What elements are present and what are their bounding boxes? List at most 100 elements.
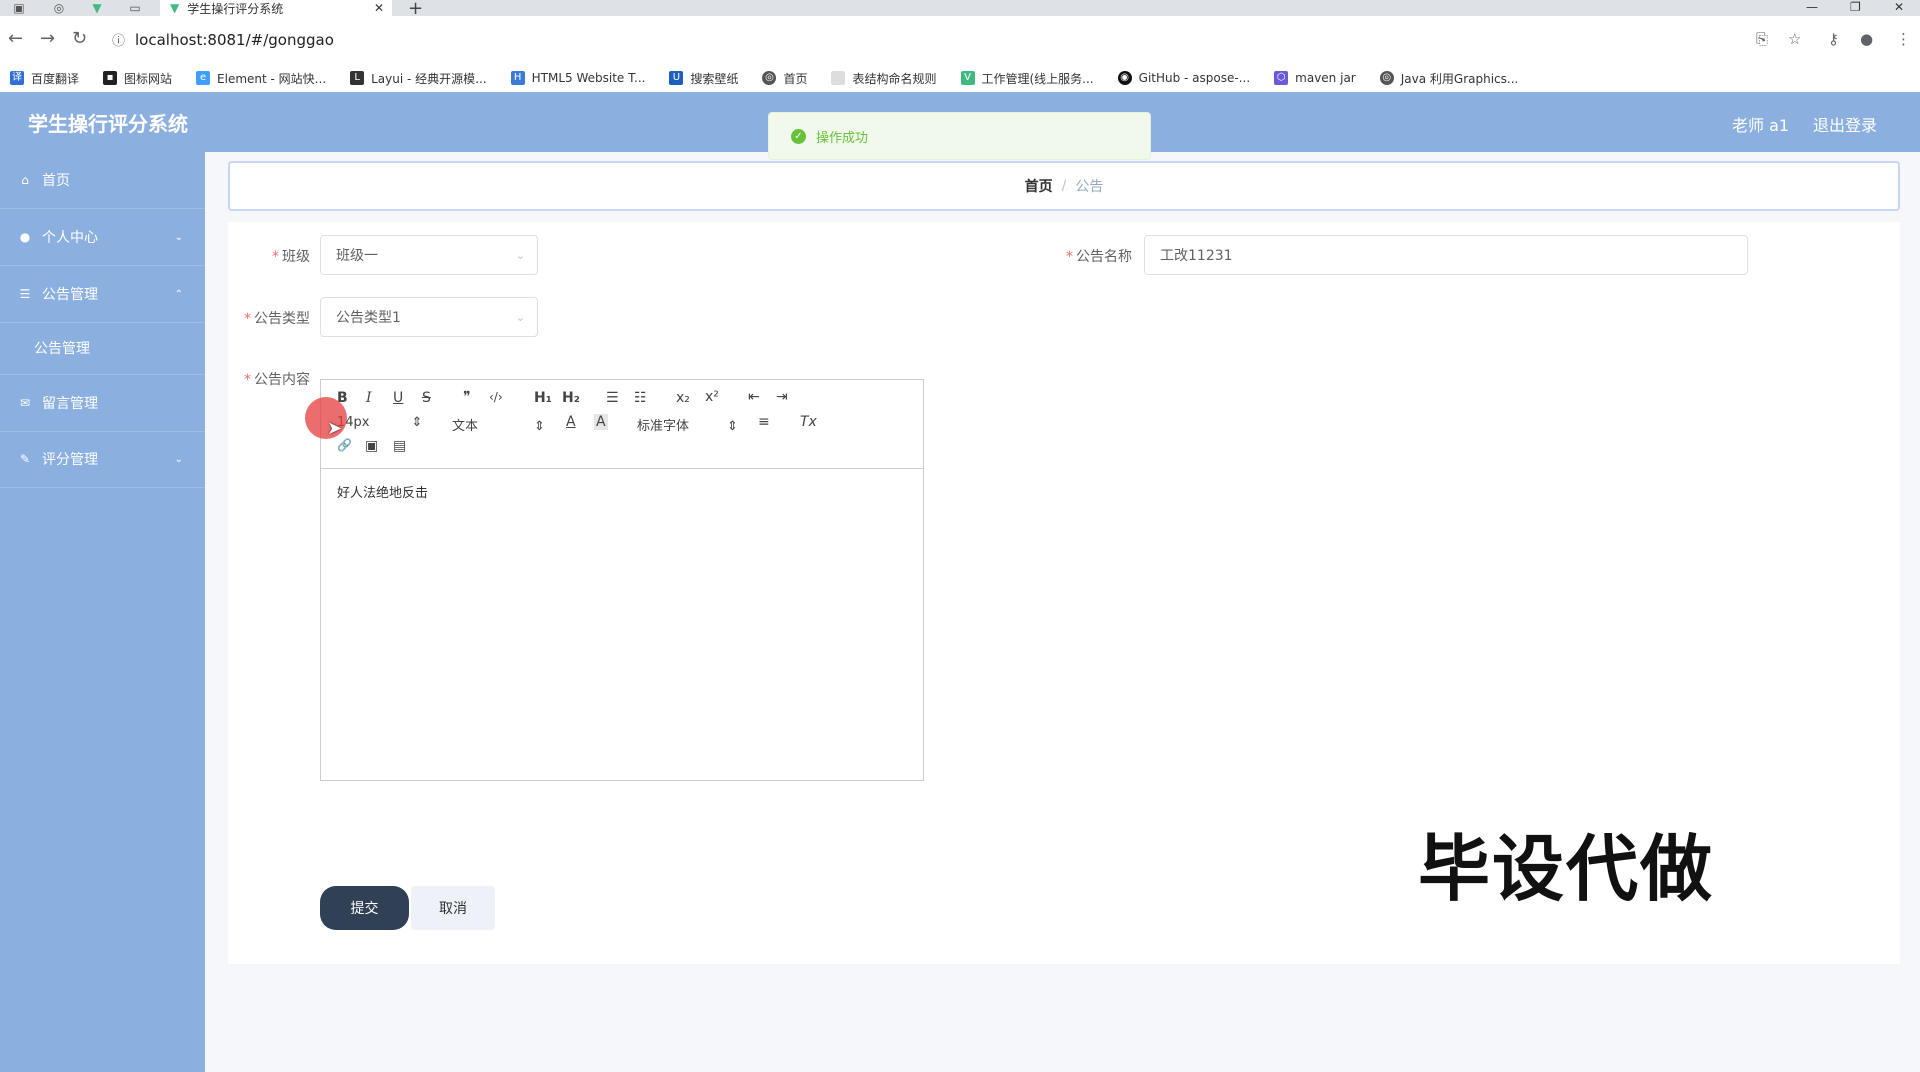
heading1-icon[interactable]: H₁: [534, 390, 552, 406]
underline-icon[interactable]: U: [393, 390, 403, 406]
pinned-tab-4[interactable]: ▭: [120, 0, 150, 16]
chevron-down-icon: ⌄: [174, 231, 183, 243]
forward-icon[interactable]: →: [40, 28, 55, 49]
message-icon: ✉: [19, 396, 31, 410]
rich-text-editor[interactable]: B I U S ❞ ‹/› H₁ H₂ ☰ ☷ x₂ x² ⇤ ⇥ 14px ⇕ …: [320, 379, 924, 781]
sidebar: ⌂ 首页 ● 个人中心 ⌄ ☰ 公告管理 ⌃ 公告管理 ✉ 留言管理 ✎ 评分管…: [0, 152, 205, 1072]
translate-bookmark-icon: 译: [10, 71, 24, 85]
notice-content-label: * 公告内容: [244, 372, 310, 388]
breadcrumb-separator: /: [1061, 178, 1067, 194]
profile-icon[interactable]: ●: [1860, 30, 1873, 48]
maven-bookmark-icon: ⬡: [1274, 71, 1289, 85]
active-tab-title: 学生操行评分系统: [187, 1, 284, 16]
sidebar-item-label: 公告管理: [34, 341, 90, 357]
sidebar-item-message[interactable]: ✉ 留言管理: [0, 374, 205, 432]
heading-select[interactable]: 文本 ⇕: [452, 415, 545, 434]
back-icon[interactable]: ←: [8, 28, 23, 49]
heading2-icon[interactable]: H₂: [562, 390, 580, 406]
quote-icon[interactable]: ❞: [463, 389, 471, 405]
globe-icon: ◎: [1379, 71, 1394, 85]
bookmark-item[interactable]: 译百度翻译: [10, 70, 79, 87]
bookmark-item[interactable]: V 工作管理(线上服务...: [960, 70, 1094, 87]
vue-bookmark-icon: V: [960, 71, 975, 85]
pinned-tab-2[interactable]: ◎: [44, 0, 74, 16]
breadcrumb-current: 公告: [1075, 179, 1104, 195]
pinned-tab-1[interactable]: ▣: [4, 0, 34, 16]
translate-icon[interactable]: ⎘: [1756, 30, 1768, 48]
close-tab-icon[interactable]: ✕: [374, 1, 384, 15]
sidebar-item-profile[interactable]: ● 个人中心 ⌄: [0, 209, 205, 266]
strike-icon[interactable]: S: [422, 390, 431, 406]
cancel-button[interactable]: 取消: [411, 886, 495, 930]
image-icon[interactable]: ▣: [365, 438, 378, 454]
toast-message: 操作成功: [816, 130, 869, 146]
sidebar-item-label: 留言管理: [42, 396, 98, 412]
code-icon[interactable]: ‹/›: [489, 390, 503, 404]
chevron-down-icon: ⌄: [174, 453, 183, 465]
bookmark-item[interactable]: ◎ Java 利用Graphics...: [1379, 70, 1518, 87]
breadcrumb-home[interactable]: 首页: [1025, 176, 1053, 196]
chevron-down-icon: ⌄: [515, 248, 525, 262]
bookmark-item[interactable]: U 搜索壁纸: [669, 70, 738, 87]
logout-link[interactable]: 退出登录: [1813, 112, 1877, 136]
bookmark-star-icon[interactable]: ☆: [1788, 30, 1801, 48]
sidebar-item-score[interactable]: ✎ 评分管理 ⌄: [0, 431, 205, 488]
address-bar: ← → ↻ ⓘ localhost:8081/#/gonggao ⎘ ☆ ⚷ ● …: [0, 16, 1920, 64]
font-size-select[interactable]: 14px ⇕: [337, 415, 422, 430]
sidebar-item-home[interactable]: ⌂ 首页: [0, 152, 205, 209]
font-family-select[interactable]: 标准字体 ⇕: [637, 415, 738, 434]
notice-name-input[interactable]: 工改11231: [1144, 235, 1748, 275]
indent-icon[interactable]: ⇥: [776, 389, 788, 405]
active-tab[interactable]: ▼ 学生操行评分系统 ✕: [160, 0, 392, 16]
html5-bookmark-icon: H: [510, 71, 525, 85]
italic-icon[interactable]: I: [366, 390, 372, 406]
link-icon[interactable]: 🔗: [337, 438, 352, 452]
window-close-icon[interactable]: ✕: [1894, 0, 1904, 14]
score-icon: ✎: [19, 452, 31, 466]
key-icon[interactable]: ⚷: [1828, 30, 1839, 48]
subscript-icon[interactable]: x₂: [676, 390, 690, 406]
menu-icon: ☰: [19, 287, 31, 301]
bookmark-item[interactable]: e Element - 网站快...: [196, 70, 326, 87]
globe-icon: ◎: [762, 71, 777, 85]
sidebar-subitem-notice[interactable]: 公告管理: [0, 323, 205, 373]
superscript-icon[interactable]: x²: [705, 389, 719, 405]
class-select[interactable]: 班级一 ⌄: [320, 235, 538, 275]
sidebar-item-label: 评分管理: [42, 452, 98, 468]
url-text: localhost:8081/#/gonggao: [135, 31, 334, 49]
video-icon[interactable]: ▤: [393, 438, 406, 454]
bookmark-item[interactable]: L Layui - 经典开源模...: [350, 70, 487, 87]
updown-icon: ⇕: [411, 415, 423, 430]
pinned-tab-3[interactable]: ▼: [82, 0, 112, 16]
submit-button[interactable]: 提交: [320, 886, 409, 930]
bookmark-item[interactable]: ▪ 图标网站: [103, 70, 172, 87]
ordered-list-icon[interactable]: ☰: [606, 390, 619, 406]
editor-content[interactable]: 好人法绝地反击: [337, 482, 428, 501]
notice-type-label: * 公告类型: [244, 311, 310, 327]
font-color-icon[interactable]: A: [566, 414, 576, 430]
bookmarks-bar: 译百度翻译 ▪ 图标网站 e Element - 网站快... L Layui - 经…: [0, 64, 1920, 93]
mouse-cursor-icon: ➤: [327, 418, 343, 439]
bookmark-item[interactable]: H HTML5 Website T...: [510, 71, 645, 85]
minimize-icon[interactable]: —: [1806, 0, 1818, 14]
bookmark-item[interactable]: ◉ GitHub - aspose-...: [1117, 71, 1250, 85]
app-title: 学生操行评分系统: [28, 112, 188, 136]
vue-icon: ▼: [170, 1, 180, 15]
browser-tab-bar: ▣ ◎ ▼ ▭ ▼ 学生操行评分系统 ✕ + — ❐ ✕: [0, 0, 1920, 19]
class-select-value: 班级一: [336, 248, 378, 264]
bullet-list-icon[interactable]: ☷: [634, 390, 647, 406]
reload-icon[interactable]: ↻: [72, 28, 87, 49]
restore-icon[interactable]: ❐: [1850, 0, 1861, 14]
menu-dots-icon[interactable]: ⋮: [1896, 30, 1911, 48]
sidebar-item-notice[interactable]: ☰ 公告管理 ⌃: [0, 266, 205, 323]
background-color-icon[interactable]: A: [594, 414, 608, 430]
clean-format-icon[interactable]: Tx: [800, 414, 817, 430]
notice-type-select[interactable]: 公告类型1 ⌄: [320, 297, 538, 337]
align-icon[interactable]: ≡: [758, 414, 770, 430]
check-circle-icon: ✓: [791, 128, 806, 144]
bookmark-item[interactable]: ⬡ maven jar: [1274, 71, 1356, 85]
outdent-icon[interactable]: ⇤: [748, 389, 760, 405]
bookmark-item[interactable]: 表结构命名规则: [831, 70, 937, 87]
bookmark-item[interactable]: ◎ 首页: [762, 70, 807, 87]
url-field[interactable]: ⓘ localhost:8081/#/gonggao: [112, 30, 334, 49]
